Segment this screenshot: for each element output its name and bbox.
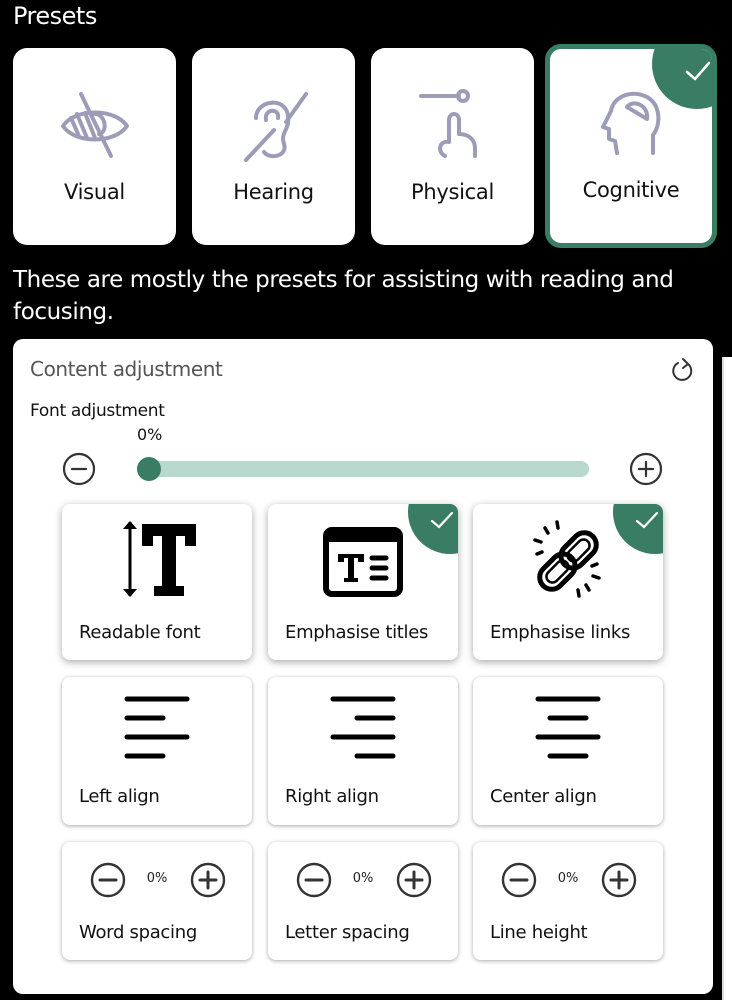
letter-spacing-increase-button[interactable]: [395, 861, 433, 899]
preset-label: Hearing: [233, 180, 314, 204]
word-spacing-increase-button[interactable]: [189, 861, 227, 899]
checkmark-icon: [430, 511, 454, 529]
stepper-word-spacing: 0% Word spacing: [62, 842, 252, 960]
stepper-label: Word spacing: [79, 922, 197, 943]
scrollbar-edge: [722, 357, 732, 1000]
hand-pointer-icon: [418, 89, 477, 158]
eye-slash-icon: [60, 92, 129, 158]
panel-title: Content adjustment: [30, 357, 223, 381]
font-adjustment-slider[interactable]: [137, 457, 589, 481]
toggle-left-align[interactable]: Left align: [62, 677, 252, 825]
align-center-icon: [535, 696, 601, 759]
preset-hearing[interactable]: Hearing: [192, 48, 355, 245]
content-adjustment-panel: Content adjustment Font adjustment 0% Re…: [13, 339, 713, 994]
toggle-emphasise-titles[interactable]: Emphasise titles: [268, 504, 458, 660]
link-icon: [533, 520, 601, 598]
font-adjustment-value: 0%: [137, 425, 163, 444]
checkmark-icon: [685, 61, 711, 81]
reset-icon[interactable]: [669, 357, 697, 385]
align-left-icon: [124, 696, 190, 759]
stepper-line-height: 0% Line height: [473, 842, 663, 960]
stepper-label: Line height: [490, 922, 588, 943]
toggle-label: Readable font: [79, 622, 201, 643]
toggle-right-align[interactable]: Right align: [268, 677, 458, 825]
preset-physical[interactable]: Physical: [371, 48, 534, 245]
font-adjustment-label: Font adjustment: [30, 401, 165, 421]
font-decrease-button[interactable]: [62, 452, 96, 486]
toggle-center-align[interactable]: Center align: [473, 677, 663, 825]
stepper-letter-spacing: 0% Letter spacing: [268, 842, 458, 960]
presets-title: Presets: [13, 2, 97, 30]
head-brain-icon: [601, 91, 661, 155]
line-height-increase-button[interactable]: [600, 861, 638, 899]
toggle-label: Right align: [285, 786, 379, 807]
toggle-readable-font[interactable]: Readable font: [62, 504, 252, 660]
selected-badge: [408, 504, 458, 554]
toggle-label: Emphasise titles: [285, 622, 429, 643]
emphasise-titles-icon: [323, 527, 403, 597]
preset-description: These are mostly the presets for assisti…: [13, 267, 674, 325]
ear-slash-icon: [243, 92, 308, 162]
selected-badge: [613, 504, 663, 554]
toggle-label: Emphasise links: [490, 622, 631, 643]
font-increase-button[interactable]: [629, 452, 663, 486]
checkmark-icon: [635, 511, 659, 529]
toggle-label: Left align: [79, 786, 160, 807]
align-right-icon: [330, 696, 396, 759]
readable-font-icon: [123, 521, 196, 597]
preset-label: Cognitive: [582, 178, 680, 202]
preset-cognitive[interactable]: Cognitive: [545, 44, 717, 248]
toggle-emphasise-links[interactable]: Emphasise links: [473, 504, 663, 660]
preset-label: Physical: [410, 180, 495, 204]
preset-visual[interactable]: Visual: [13, 48, 176, 245]
slider-thumb[interactable]: [137, 457, 161, 481]
stepper-label: Letter spacing: [285, 922, 410, 943]
toggle-label: Center align: [490, 786, 597, 807]
preset-label: Visual: [64, 180, 125, 204]
